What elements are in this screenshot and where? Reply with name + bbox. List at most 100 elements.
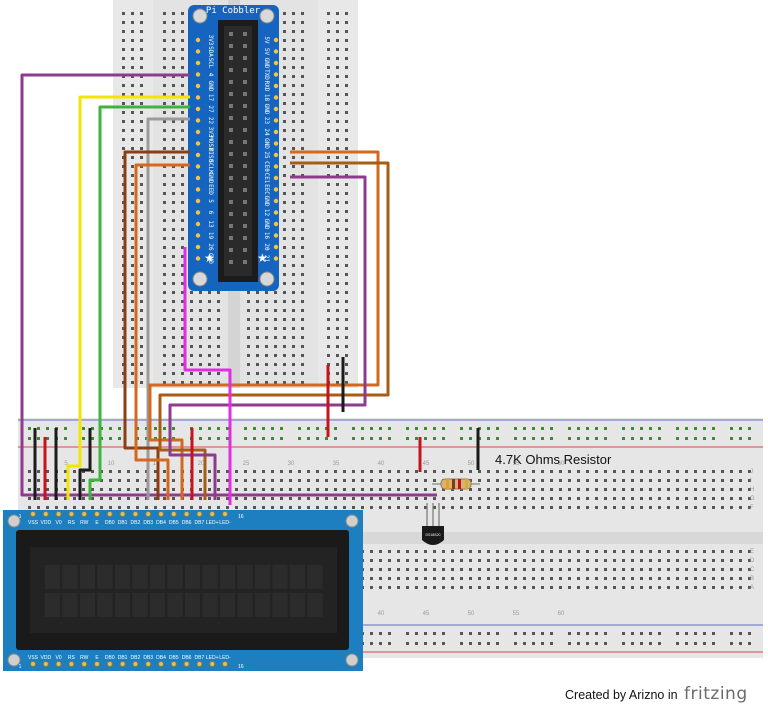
breadboard-hole bbox=[163, 336, 166, 339]
cobbler-pad bbox=[195, 141, 201, 146]
rail-hole bbox=[244, 437, 247, 440]
rail-hole bbox=[739, 427, 742, 430]
breadboard-hole bbox=[131, 21, 134, 24]
column-number: 40 bbox=[378, 461, 385, 467]
lcd-pin bbox=[106, 511, 113, 517]
lcd-pin bbox=[222, 511, 228, 517]
lcd-pin-label: RW bbox=[80, 655, 89, 661]
breadboard-hole bbox=[550, 559, 553, 562]
breadboard-hole bbox=[667, 488, 670, 491]
breadboard-hole bbox=[370, 559, 373, 562]
cobbler-pin-label: SDA bbox=[207, 46, 214, 57]
breadboard-hole bbox=[345, 165, 348, 168]
breadboard-hole bbox=[163, 30, 166, 33]
breadboard-hole bbox=[301, 48, 304, 51]
breadboard-hole bbox=[283, 84, 286, 87]
cobbler-pad bbox=[273, 37, 279, 43]
breadboard-hole bbox=[370, 577, 373, 580]
breadboard-hole bbox=[586, 497, 589, 500]
breadboard-hole bbox=[478, 470, 481, 473]
breadboard-hole bbox=[343, 506, 346, 509]
breadboard-hole bbox=[172, 264, 175, 267]
rail-hole bbox=[82, 437, 85, 440]
breadboard-hole bbox=[595, 497, 598, 500]
breadboard-hole bbox=[721, 488, 724, 491]
rail-hole bbox=[415, 427, 418, 430]
breadboard-hole bbox=[586, 586, 589, 589]
breadboard-hole bbox=[613, 568, 616, 571]
lcd-char-cell bbox=[45, 565, 60, 589]
rail-hole bbox=[388, 437, 391, 440]
cobbler-pad bbox=[273, 164, 279, 169]
breadboard-hole bbox=[140, 111, 143, 114]
breadboard-hole bbox=[327, 12, 330, 15]
breadboard-hole bbox=[568, 470, 571, 473]
breadboard-hole bbox=[301, 318, 304, 321]
breadboard-hole bbox=[140, 282, 143, 285]
breadboard-hole bbox=[172, 246, 175, 249]
breadboard-hole bbox=[140, 57, 143, 60]
breadboard-hole bbox=[127, 497, 130, 500]
cobbler-star-icon: ★ bbox=[257, 251, 268, 265]
breadboard-hole bbox=[730, 488, 733, 491]
breadboard-hole bbox=[301, 147, 304, 150]
breadboard-hole bbox=[370, 586, 373, 589]
breadboard-hole bbox=[181, 84, 184, 87]
breadboard-hole bbox=[247, 327, 250, 330]
lcd-pin-label: DB4 bbox=[156, 655, 166, 661]
breadboard-hole bbox=[685, 586, 688, 589]
breadboard-hole bbox=[712, 577, 715, 580]
breadboard-hole bbox=[478, 550, 481, 553]
breadboard-hole bbox=[478, 568, 481, 571]
breadboard-hole bbox=[163, 39, 166, 42]
breadboard-hole bbox=[217, 372, 220, 375]
breadboard-hole bbox=[577, 488, 580, 491]
breadboard-hole bbox=[345, 39, 348, 42]
breadboard-hole bbox=[460, 497, 463, 500]
lcd-char-cell bbox=[202, 565, 218, 589]
breadboard-hole bbox=[514, 577, 517, 580]
breadboard-hole bbox=[676, 550, 679, 553]
breadboard-hole bbox=[327, 318, 330, 321]
cobbler-pad bbox=[195, 118, 201, 123]
breadboard-hole bbox=[604, 586, 607, 589]
rail-hole bbox=[460, 427, 463, 430]
breadboard-hole bbox=[131, 111, 134, 114]
breadboard-hole bbox=[181, 57, 184, 60]
cobbler-pad bbox=[195, 244, 201, 250]
breadboard-hole bbox=[301, 273, 304, 276]
breadboard-hole bbox=[469, 497, 472, 500]
cobbler-pin-label: 22 bbox=[207, 117, 214, 125]
breadboard-hole bbox=[292, 291, 295, 294]
breadboard-hole bbox=[172, 174, 175, 177]
breadboard-hole bbox=[397, 470, 400, 473]
breadboard-hole bbox=[336, 93, 339, 96]
breadboard-hole bbox=[532, 506, 535, 509]
lcd-pin bbox=[42, 661, 49, 667]
rail-hole bbox=[649, 632, 652, 635]
breadboard-hole bbox=[613, 497, 616, 500]
breadboard-hole bbox=[283, 120, 286, 123]
breadboard-hole bbox=[163, 102, 166, 105]
breadboard-hole bbox=[208, 309, 211, 312]
breadboard-hole bbox=[262, 470, 265, 473]
breadboard-hole bbox=[327, 309, 330, 312]
breadboard-hole bbox=[253, 488, 256, 491]
rail-hole bbox=[460, 437, 463, 440]
lcd-pin-label: V0 bbox=[56, 520, 62, 526]
breadboard-hole bbox=[703, 506, 706, 509]
breadboard-hole bbox=[253, 497, 256, 500]
breadboard-hole bbox=[301, 201, 304, 204]
breadboard-hole bbox=[122, 39, 125, 42]
breadboard-hole bbox=[442, 586, 445, 589]
lcd-mount-hole bbox=[345, 514, 359, 528]
breadboard-hole bbox=[256, 345, 259, 348]
lcd-char-cell bbox=[272, 565, 288, 589]
breadboard-hole bbox=[140, 39, 143, 42]
breadboard-hole bbox=[217, 300, 220, 303]
breadboard-hole bbox=[388, 586, 391, 589]
lcd-pin-label: DB6 bbox=[182, 520, 192, 526]
breadboard-hole bbox=[523, 550, 526, 553]
breadboard-hole bbox=[721, 497, 724, 500]
lcd-pin-label: DB6 bbox=[182, 655, 192, 661]
